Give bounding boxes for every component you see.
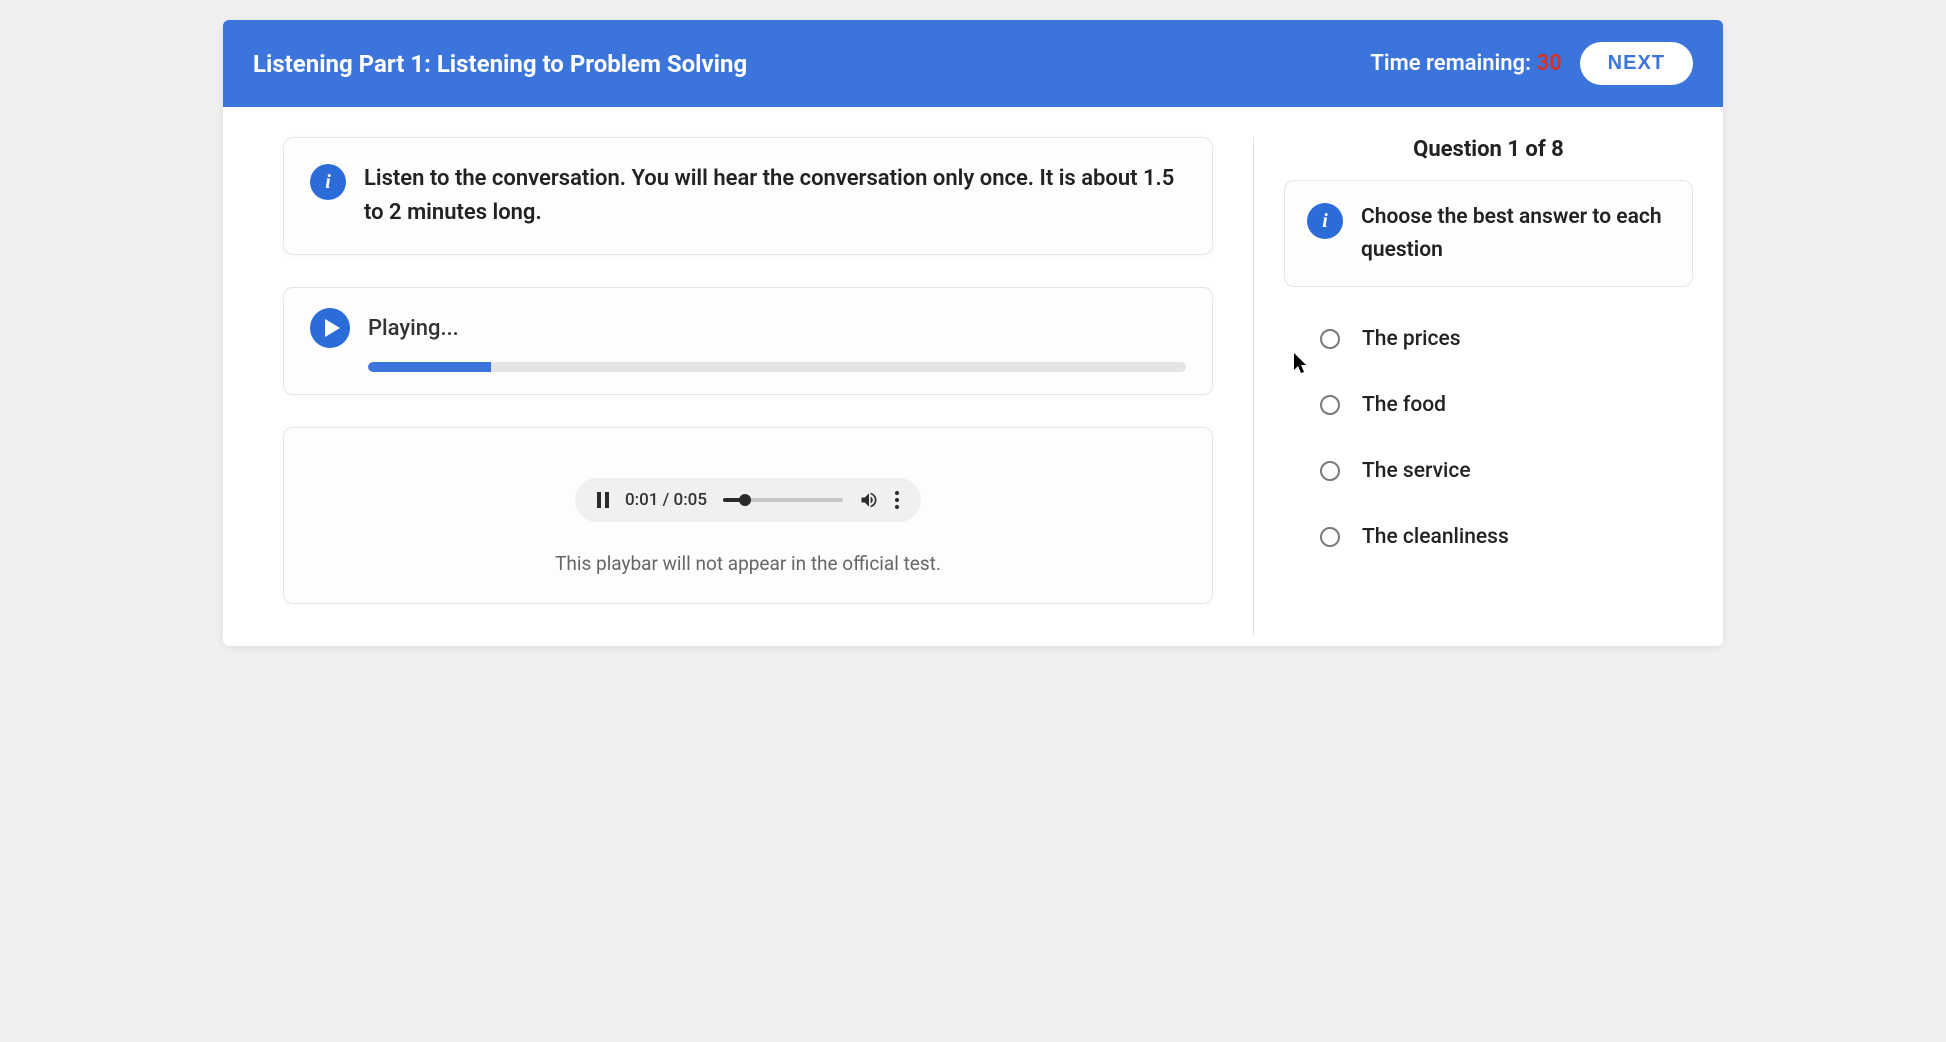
- audio-status-card: Playing...: [283, 287, 1213, 395]
- next-button[interactable]: NEXT: [1580, 42, 1693, 85]
- option-label: The cleanliness: [1362, 525, 1509, 549]
- page-title: Listening Part 1: Listening to Problem S…: [253, 50, 747, 78]
- more-icon[interactable]: [895, 491, 899, 509]
- volume-icon[interactable]: [859, 490, 879, 510]
- time-remaining: Time remaining: 30: [1370, 51, 1561, 76]
- answer-option-3[interactable]: The cleanliness: [1320, 525, 1683, 549]
- answer-option-0[interactable]: The prices: [1320, 327, 1683, 351]
- radio-icon: [1320, 395, 1340, 415]
- cursor-icon: [1294, 353, 1310, 375]
- instructions-text: Listen to the conversation. You will hea…: [364, 162, 1186, 230]
- time-value: 30: [1537, 51, 1562, 76]
- header-bar: Listening Part 1: Listening to Problem S…: [223, 20, 1723, 107]
- option-label: The prices: [1362, 327, 1461, 351]
- header-right: Time remaining: 30 NEXT: [1370, 42, 1693, 85]
- answer-options: The prices The food The service The clea…: [1284, 327, 1693, 549]
- info-icon: i: [1307, 203, 1343, 239]
- option-label: The food: [1362, 393, 1446, 417]
- answer-option-1[interactable]: The food: [1320, 393, 1683, 417]
- answer-option-2[interactable]: The service: [1320, 459, 1683, 483]
- audio-scrubber[interactable]: [723, 498, 843, 502]
- audio-progress-fill: [368, 362, 491, 372]
- test-container: Listening Part 1: Listening to Problem S…: [223, 20, 1723, 646]
- audio-progress-track[interactable]: [368, 362, 1186, 372]
- radio-icon: [1320, 329, 1340, 349]
- question-prompt: Choose the best answer to each question: [1361, 201, 1670, 266]
- body: i Listen to the conversation. You will h…: [223, 107, 1723, 646]
- question-counter: Question 1 of 8: [1284, 137, 1693, 162]
- radio-icon: [1320, 527, 1340, 547]
- info-icon: i: [310, 164, 346, 200]
- option-label: The service: [1362, 459, 1471, 483]
- instructions-card: i Listen to the conversation. You will h…: [283, 137, 1213, 255]
- playing-status: Playing...: [368, 316, 459, 341]
- playbar-note: This playbar will not appear in the offi…: [310, 552, 1186, 575]
- right-column: Question 1 of 8 i Choose the best answer…: [1253, 137, 1693, 636]
- radio-icon: [1320, 461, 1340, 481]
- audio-player: 0:01 / 0:05: [575, 478, 921, 522]
- question-prompt-card: i Choose the best answer to each questio…: [1284, 180, 1693, 287]
- audio-time: 0:01 / 0:05: [625, 490, 707, 510]
- playbar-card: 0:01 / 0:05 This playbar will not appear…: [283, 427, 1213, 604]
- play-icon[interactable]: [310, 308, 350, 348]
- time-label: Time remaining:: [1370, 51, 1536, 76]
- left-column: i Listen to the conversation. You will h…: [283, 137, 1253, 636]
- pause-icon[interactable]: [597, 492, 609, 508]
